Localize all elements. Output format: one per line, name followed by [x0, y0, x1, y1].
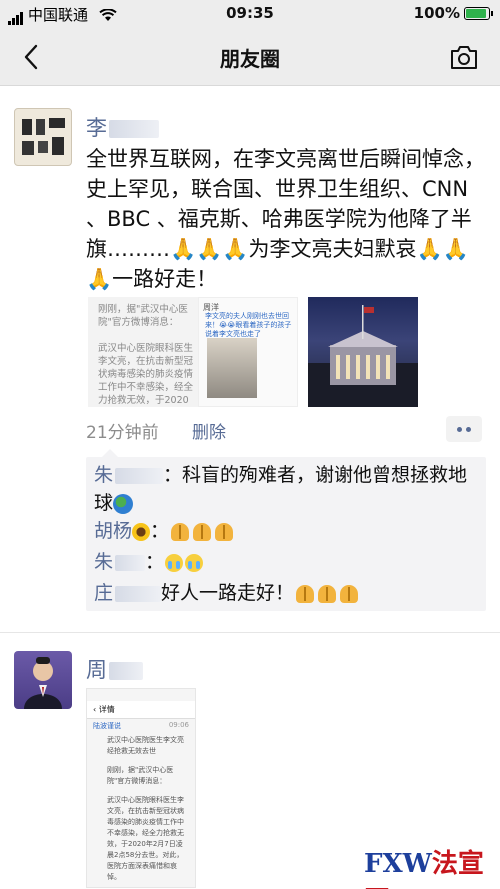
- image-body: 武汉中心医院医生李文亮经抢救无效去世 刚刚，据"武汉中心医院"官方微博消息： 武…: [107, 736, 184, 881]
- post-text: 全世界互联网，在李文亮离世后瞬间悼念，史上罕见，联合国、世界卫生组织、CNN 、…: [86, 147, 485, 291]
- battery-icon: [464, 7, 493, 20]
- nav-bar: 朋友圈: [0, 28, 500, 86]
- image-header: 陆波谨说 09:06: [93, 721, 189, 730]
- post-image[interactable]: 周洋 李文亮的夫人刚刚也去世回来！😭😭眼看着孩子的孩子说着李文亮也走了: [198, 297, 298, 407]
- delete-link[interactable]: 删除: [192, 418, 226, 443]
- commenter-name[interactable]: 朱: [94, 464, 164, 486]
- image-body-text: 李文亮的夫人刚刚也去世回来！😭😭眼看着孩子的孩子说着李文亮也走了: [205, 312, 292, 338]
- post-author-name[interactable]: 周: [86, 654, 143, 684]
- battery-percent: 100%: [413, 4, 460, 22]
- post-timestamp: 21分钟前: [86, 423, 159, 443]
- page-title: 朋友圈: [220, 47, 280, 71]
- post-image[interactable]: 刚刚，据"武汉中心医院"官方微博消息： 武汉中心医院眼科医生李文亮，在抗击新型冠…: [88, 297, 200, 407]
- pray-emoji-icon: [340, 584, 359, 603]
- post-image[interactable]: [308, 297, 418, 407]
- image-nav: ‹ 详情: [87, 701, 195, 719]
- pray-emoji-icon: [318, 584, 337, 603]
- crying-emoji-icon: [185, 553, 204, 572]
- commenter-name[interactable]: 庄: [94, 582, 162, 604]
- pray-emoji-icon: [296, 584, 315, 603]
- avatar[interactable]: [14, 108, 72, 166]
- commenter-name[interactable]: 胡杨: [94, 520, 132, 542]
- comment-item[interactable]: 胡杨 ：: [94, 517, 478, 545]
- commenter-name[interactable]: 朱: [94, 551, 146, 573]
- redacted-name: [109, 662, 143, 680]
- watermark-logo: FXW法宣网: [364, 849, 484, 889]
- more-actions-button[interactable]: [446, 416, 482, 442]
- status-bar: 中国联通 09:35 100%: [0, 0, 500, 28]
- building-photo: [308, 305, 418, 407]
- crying-emoji-icon: [165, 553, 184, 572]
- redacted-name: [115, 467, 164, 484]
- comment-item[interactable]: 朱：科盲的殉难者，谢谢他曾想拯救地球: [94, 461, 478, 517]
- image-status-bar: [87, 689, 195, 701]
- camera-icon[interactable]: [450, 44, 478, 70]
- redacted-name: [109, 120, 159, 138]
- post-image-grid: 刚刚，据"武汉中心医院"官方微博消息： 武汉中心医院眼科医生李文亮，在抗击新型冠…: [88, 297, 488, 407]
- comment-text: 好人一路走好！: [161, 582, 295, 604]
- comment-item[interactable]: 朱：: [94, 548, 478, 576]
- comment-text: ：: [150, 520, 170, 542]
- pray-emoji-icon: [193, 522, 212, 541]
- post-image[interactable]: ‹ 详情 陆波谨说 09:06 武汉中心医院医生李文亮经抢救无效去世 刚刚，据"…: [86, 688, 196, 888]
- earth-emoji-icon: [113, 493, 134, 514]
- redacted-name: [115, 554, 146, 571]
- avatar[interactable]: [14, 651, 72, 709]
- sunflower-emoji-icon: [132, 522, 151, 541]
- post-author-name[interactable]: 李: [86, 112, 159, 142]
- calligraphy-avatar-image: [19, 115, 69, 161]
- comment-item[interactable]: 庄好人一路走好！: [94, 579, 478, 607]
- pray-emoji-icon: [215, 522, 234, 541]
- image-caption-text: 刚刚，据"武汉中心医院"官方微博消息： 武汉中心医院眼科医生李文亮，在抗击新型冠…: [98, 304, 194, 406]
- redacted-name: [115, 585, 162, 602]
- post-meta-row: 21分钟前 删除: [86, 416, 486, 444]
- person-photo: [24, 657, 62, 709]
- battery-indicator: 100%: [413, 4, 493, 22]
- image-photo: [207, 338, 257, 398]
- comments-box: 朱：科盲的殉难者，谢谢他曾想拯救地球 胡杨： 朱： 庄好人一路走好！: [86, 449, 486, 611]
- post-divider: [0, 632, 500, 633]
- comment-text: ：: [145, 551, 165, 573]
- pray-emoji-icon: [171, 522, 190, 541]
